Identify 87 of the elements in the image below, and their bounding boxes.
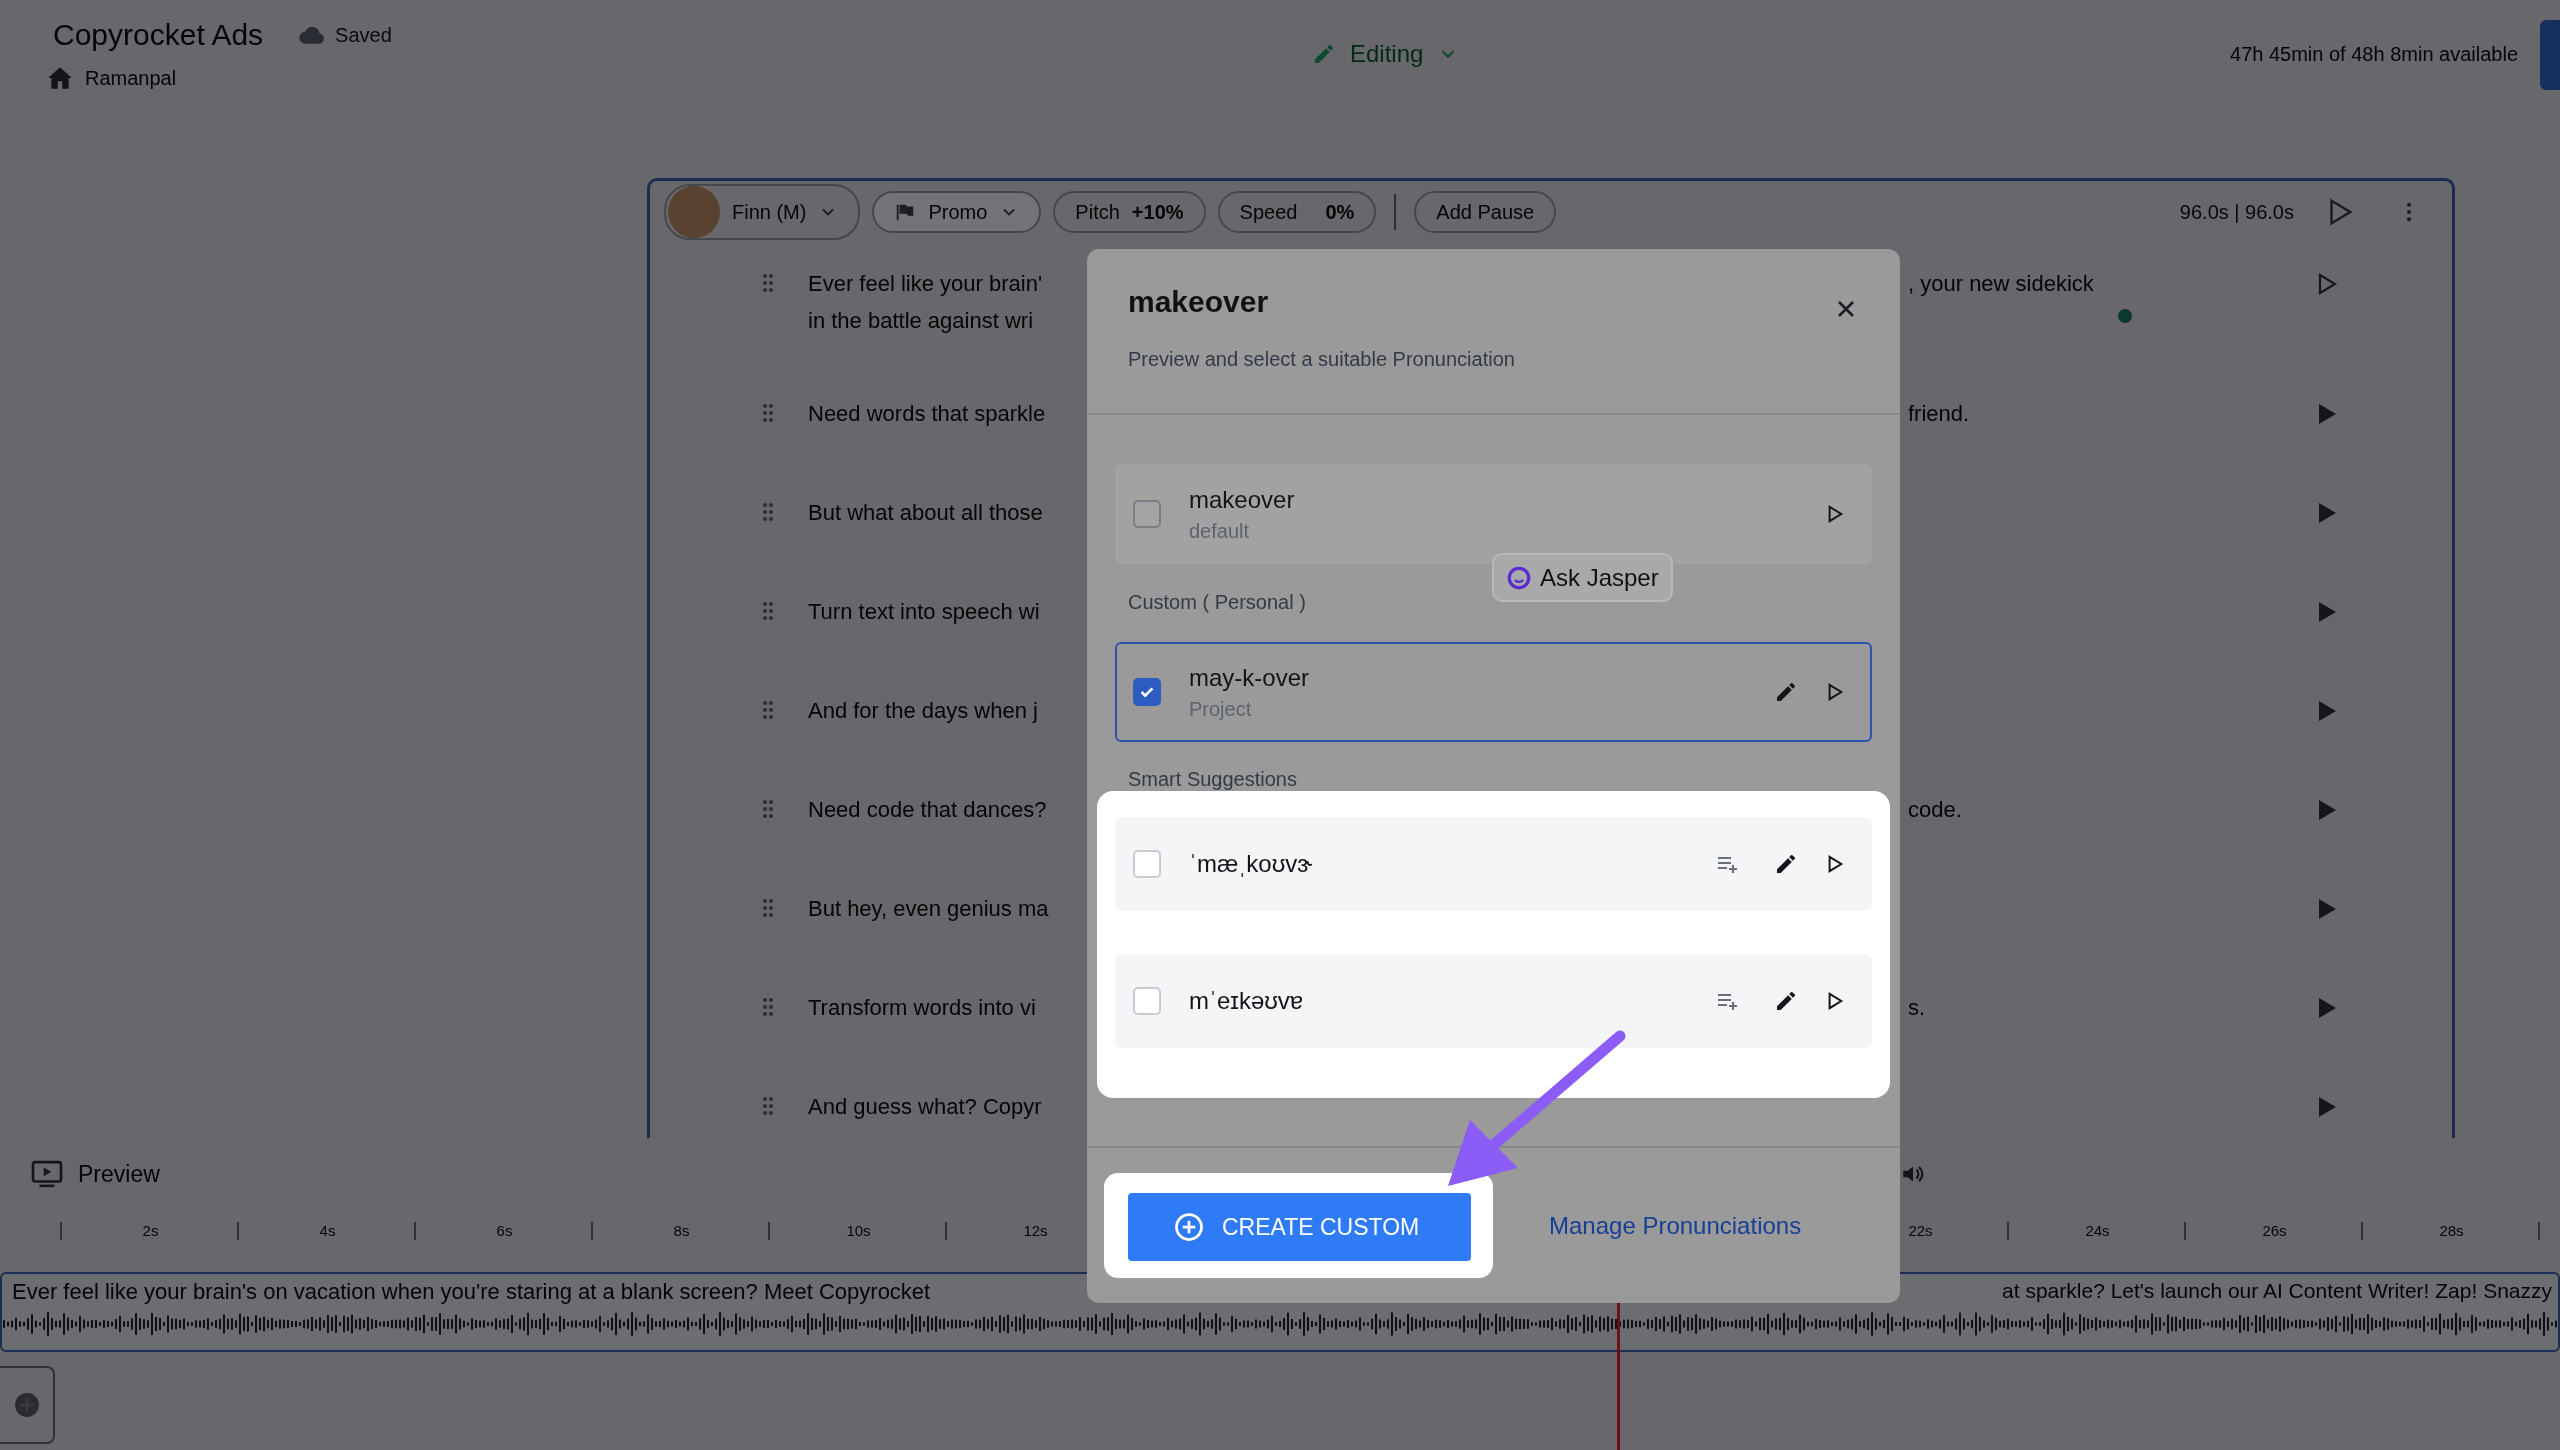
script-text: But what about all those [808, 499, 1044, 527]
manage-pronunciations-link[interactable]: Manage Pronunciations [1549, 1211, 1802, 1240]
script-text: But hey, even genius ma [808, 895, 1050, 923]
time-tick-label: 8s [672, 1222, 691, 1239]
pencil-icon[interactable] [1774, 680, 1798, 704]
speed-control[interactable]: Speed 0% [1217, 191, 1377, 233]
play-icon[interactable] [1826, 683, 1844, 701]
project-title: Copyrocket Ads [53, 18, 264, 52]
drag-handle-icon[interactable] [762, 997, 774, 1017]
usage-text: 47h 45min of 48h 8min available [2230, 43, 2518, 66]
home-icon[interactable] [47, 66, 73, 90]
breadcrumb-link[interactable]: Ramanpal [85, 66, 177, 90]
play-icon[interactable] [1826, 992, 1844, 1010]
option-label: may-k-over [1189, 663, 1310, 692]
time-tick-label: 4s [318, 1222, 337, 1239]
plus-icon [13, 1392, 40, 1418]
script-text: Transform words into vi [808, 994, 1037, 1022]
time-tick-label: 28s [2438, 1222, 2465, 1239]
drag-handle-icon[interactable] [762, 700, 774, 720]
track-text: Ever feel like your brain's on vacation when you're staring at a blank screen? Meet Copyrocket [12, 1279, 931, 1305]
time-tick-label: 6s [495, 1222, 514, 1239]
pronunciation-option[interactable]: may-k-over Project [1115, 642, 1872, 742]
pronunciation-option[interactable]: mˈeɪkəʊvɐ [1115, 954, 1872, 1048]
pronunciation-option[interactable]: makeover default [1115, 464, 1872, 564]
option-label: mˈeɪkəʊvɐ [1189, 987, 1305, 1015]
pencil-icon[interactable] [1774, 989, 1798, 1013]
more-icon[interactable] [2406, 201, 2412, 223]
create-custom-button[interactable]: CREATE CUSTOM [1128, 1193, 1471, 1261]
add-pause-button[interactable]: Add Pause [1414, 191, 1557, 233]
drag-handle-icon[interactable] [762, 799, 774, 819]
script-text: code. [1908, 797, 1962, 822]
monitor-play-icon [30, 1160, 64, 1188]
script-text: Ever feel like your brain' [808, 270, 1044, 298]
section-heading: Smart Suggestions [1127, 768, 1298, 791]
script-text: Need words that sparkle [808, 400, 1047, 428]
pronunciation-option[interactable]: ˈmæˌkoʊvɝ [1115, 817, 1872, 911]
script-text: in the battle against wri [808, 307, 1035, 335]
mode-dropdown[interactable]: Editing [1312, 40, 1460, 68]
drag-handle-icon[interactable] [762, 601, 774, 621]
plus-circle-icon [1174, 1212, 1204, 1242]
drag-handle-icon[interactable] [762, 1096, 774, 1116]
script-text: , your new sidekick [1908, 271, 2094, 296]
play-icon[interactable] [1826, 505, 1844, 523]
add-to-list-icon[interactable] [1716, 854, 1740, 874]
play-icon[interactable] [1826, 855, 1844, 873]
dialog-subtitle: Preview and select a suitable Pronunciation [1128, 348, 1516, 371]
avatar [668, 186, 720, 238]
option-label: ˈmæˌkoʊvɝ [1189, 850, 1314, 878]
preview-button[interactable]: Preview [30, 1160, 160, 1188]
time-tick-label: 10s [845, 1222, 872, 1239]
checkbox[interactable] [1133, 678, 1161, 706]
time-tick-label: 24s [2084, 1222, 2111, 1239]
time-tick-label: 12s [1022, 1222, 1049, 1239]
time-tick-label: 26s [2261, 1222, 2288, 1239]
drag-handle-icon[interactable] [762, 502, 774, 522]
pitch-control[interactable]: Pitch +10% [1053, 191, 1206, 233]
add-to-list-icon[interactable] [1716, 991, 1740, 1011]
voice-dropdown[interactable]: Finn (M) [664, 184, 861, 240]
cloud-icon [299, 26, 326, 44]
save-status: Saved [335, 23, 392, 47]
time-tick-label: 22s [1907, 1222, 1934, 1239]
script-text: Turn text into speech wi [808, 598, 1041, 626]
script-text: s. [1908, 995, 1926, 1020]
checkbox[interactable] [1133, 500, 1161, 528]
duration-text: 96.0s | 96.0s [2179, 200, 2294, 224]
option-sublabel: Project [1189, 697, 1253, 721]
pencil-icon[interactable] [1774, 852, 1798, 876]
ask-jasper-button[interactable]: Ask Jasper [1492, 553, 1673, 602]
add-track-button[interactable] [0, 1366, 55, 1444]
track-text: at sparkle? Let's launch our AI Content Writer! Zap! Snazzy [2002, 1279, 2553, 1304]
drag-handle-icon[interactable] [762, 898, 774, 918]
smiley-ring-icon [1506, 564, 1532, 591]
option-label: makeover [1189, 485, 1296, 514]
pencil-icon [1312, 42, 1336, 66]
script-text: Need code that dances? [808, 796, 1048, 824]
script-text: friend. [1908, 401, 1970, 426]
script-text: And for the days when j [808, 697, 1039, 725]
section-heading: Custom ( Personal ) [1127, 591, 1307, 614]
option-sublabel: default [1189, 519, 1251, 543]
close-icon[interactable] [1836, 299, 1856, 319]
drag-handle-icon[interactable] [762, 273, 774, 293]
drag-handle-icon[interactable] [762, 403, 774, 423]
time-tick-label: 2s [141, 1222, 160, 1239]
cursor-dot [2118, 309, 2132, 323]
dialog-title: makeover [1128, 285, 1269, 319]
script-text: And guess what? Copyr [808, 1093, 1043, 1121]
style-dropdown[interactable]: Promo [872, 191, 1042, 233]
